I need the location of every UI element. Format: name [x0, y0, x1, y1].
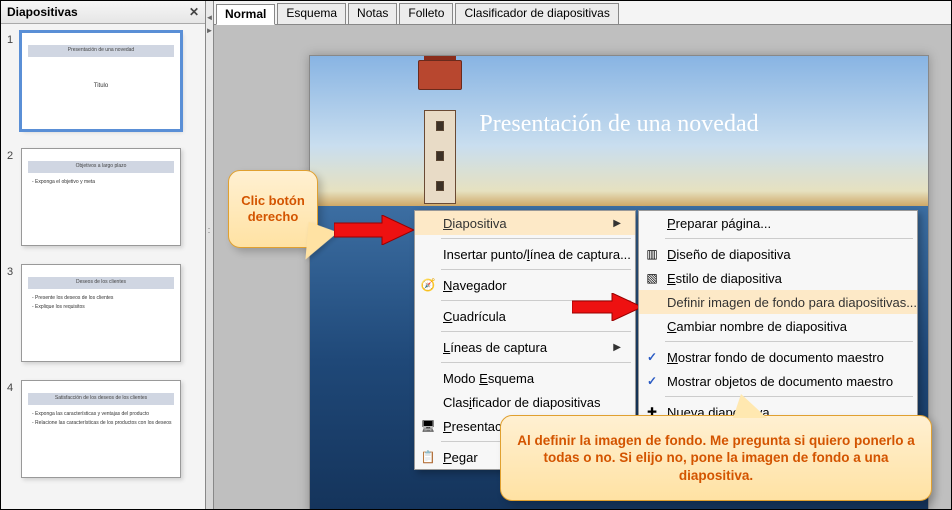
menu-item-label: Cuadrícula [443, 309, 506, 324]
splitter[interactable]: ◄ ► ·· [206, 1, 214, 509]
panel-header: Diapositivas ✕ [1, 1, 205, 24]
layout-icon: ▥ [643, 245, 661, 263]
compass-icon: 🧭 [419, 276, 437, 294]
thumbnail-number: 4 [7, 380, 21, 478]
menu-item[interactable]: ▥ Diseño de diapositiva [639, 242, 917, 266]
tab-esquema[interactable]: Esquema [277, 3, 346, 24]
menu-item-label: Insertar punto/línea de captura... [443, 247, 631, 262]
submenu-arrow-icon: ▶ [613, 218, 621, 229]
menu-item-label: Navegador [443, 278, 507, 293]
menu-item-label: Modo Esquema [443, 371, 534, 386]
menu-item-label: Estilo de diapositiva [667, 271, 782, 286]
arrow-left-icon[interactable]: ◄ [206, 13, 214, 22]
menu-item[interactable]: Preparar página... [639, 211, 917, 235]
tab-clasificador-de-diapositivas[interactable]: Clasificador de diapositivas [455, 3, 618, 24]
menu-item[interactable]: ▧ Estilo de diapositiva [639, 266, 917, 290]
menu-item-label: Diseño de diapositiva [667, 247, 791, 262]
submenu-arrow-icon: ▶ [613, 342, 621, 353]
menu-item-label: Diapositiva [443, 216, 507, 231]
menu-item[interactable]: Líneas de captura ▶ [415, 335, 635, 359]
thumbnail-number: 2 [7, 148, 21, 246]
slides-panel: Diapositivas ✕ 1Presentación de una nove… [1, 1, 206, 509]
arrow-annotation-2 [572, 293, 642, 321]
thumbnails-list: 1Presentación de una novedadTitulo 2Objet… [1, 24, 205, 509]
menu-item-label: Definir imagen de fondo para diapositiva… [667, 295, 917, 310]
menu-item-label: Mostrar fondo de documento maestro [667, 350, 884, 365]
menu-item-label: Preparar página... [667, 216, 771, 231]
thumbnail-1[interactable]: 1Presentación de una novedadTitulo [7, 32, 199, 130]
menu-item[interactable]: ✓ Mostrar objetos de documento maestro [639, 369, 917, 393]
menu-item[interactable]: Cambiar nombre de diapositiva [639, 314, 917, 338]
menu-item-label: Cambiar nombre de diapositiva [667, 319, 847, 334]
view-tabs: NormalEsquemaNotasFolletoClasificador de… [214, 1, 951, 25]
close-icon[interactable]: ✕ [189, 5, 199, 19]
slide-title: Presentación de una novedad [310, 111, 928, 138]
panel-title: Diapositivas [7, 5, 78, 19]
menu-item-label: Líneas de captura [443, 340, 547, 355]
check-icon: ✓ [643, 372, 661, 390]
tab-folleto[interactable]: Folleto [399, 3, 453, 24]
menu-item[interactable]: Insertar punto/línea de captura... [415, 242, 635, 266]
tab-notas[interactable]: Notas [348, 3, 397, 24]
menu-item[interactable]: ✓ Mostrar fondo de documento maestro [639, 345, 917, 369]
menu-item-label: Pegar [443, 450, 478, 465]
editor-area: NormalEsquemaNotasFolletoClasificador de… [214, 1, 951, 509]
menu-item-label: Clasificador de diapositivas [443, 395, 601, 410]
style-icon: ▧ [643, 269, 661, 287]
menu-item[interactable]: Diapositiva ▶ [415, 211, 635, 235]
menu-item[interactable]: Clasificador de diapositivas [415, 390, 635, 414]
menu-item[interactable]: Modo Esquema [415, 366, 635, 390]
slide-canvas[interactable]: Presentación de una novedad Clic botón d… [214, 25, 951, 509]
tab-normal[interactable]: Normal [216, 4, 275, 25]
paste-icon: 📋 [419, 448, 437, 466]
check-icon: ✓ [643, 348, 661, 366]
thumbnail-4[interactable]: 4Satisfacción de los deseos de los clien… [7, 380, 199, 478]
menu-item[interactable]: Definir imagen de fondo para diapositiva… [639, 290, 917, 314]
thumbnail-2[interactable]: 2Objetivos a largo plazo- Exponga el obj… [7, 148, 199, 246]
arrow-annotation-1 [334, 215, 414, 245]
screen-icon: 🖥 [419, 417, 437, 435]
drag-handle-icon[interactable]: ·· [205, 227, 215, 235]
callout-right-click: Clic botón derecho [228, 170, 318, 248]
thumbnail-number: 1 [7, 32, 21, 130]
arrow-right-icon[interactable]: ► [206, 26, 214, 35]
thumbnail-3[interactable]: 3Deseos de los clientes- Presente los de… [7, 264, 199, 362]
menu-item-label: Mostrar objetos de documento maestro [667, 374, 893, 389]
callout-explanation: Al definir la imagen de fondo. Me pregun… [500, 415, 932, 501]
thumbnail-number: 3 [7, 264, 21, 362]
